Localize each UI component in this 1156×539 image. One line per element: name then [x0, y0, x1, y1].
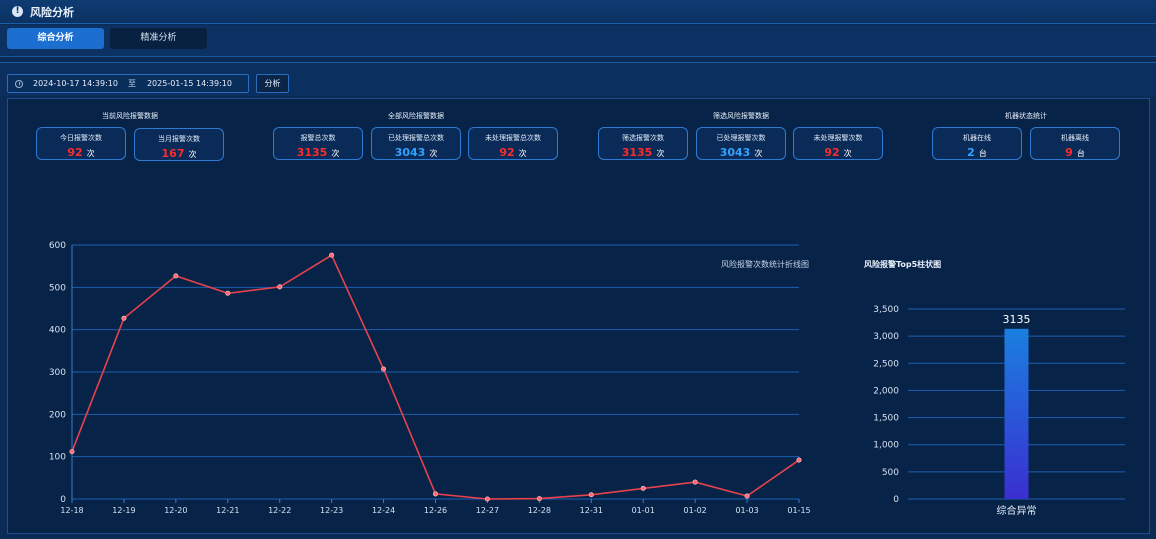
tab-bar: 综合分析 精准分析: [0, 25, 1156, 57]
filter-bar: 2024-10-17 14:39:10 至 2025-01-15 14:39:1…: [0, 62, 1156, 96]
data-point: [173, 273, 179, 279]
bar-y-tick-label: 3,000: [873, 332, 899, 342]
data-point: [640, 485, 646, 491]
x-tick-label: 12-26: [424, 506, 447, 515]
bar-data-label: 3135: [1003, 313, 1031, 326]
data-point: [744, 493, 750, 499]
bar-y-tick-label: 500: [882, 468, 899, 478]
data-point: [225, 290, 231, 296]
bar-y-tick-label: 0: [893, 495, 899, 505]
bar-chart: 0 500 1,000 1,500 2,000 2,500 3,000 3,500 3135 综合…: [873, 305, 1125, 517]
x-tick-label: 12-28: [528, 506, 551, 515]
x-tick-label: 12-24: [372, 506, 395, 515]
data-point: [796, 457, 802, 463]
x-tick-label: 01-03: [735, 506, 758, 515]
tab-comprehensive-analysis[interactable]: 综合分析: [7, 28, 104, 49]
y-tick-label: 400: [49, 326, 66, 336]
analyze-button[interactable]: 分析: [256, 74, 289, 93]
date-range-picker[interactable]: 2024-10-17 14:39:10 至 2025-01-15 14:39:1…: [7, 74, 249, 93]
bar: [1004, 328, 1029, 499]
main-panel: 当前风险报警数据 今日报警次数 92 次 当月报警次数 167 次 全部风险报警数据…: [7, 98, 1150, 534]
end-date: 2025-01-15 14:39:10: [146, 79, 232, 88]
data-point: [329, 252, 335, 258]
bar-y-tick-label: 2,000: [873, 386, 899, 396]
y-tick-label: 0: [60, 495, 66, 505]
x-tick-label: 12-20: [164, 506, 187, 515]
x-tick-label: 01-15: [787, 506, 810, 515]
data-point: [692, 479, 698, 485]
x-tick-label: 12-21: [216, 506, 239, 515]
x-tick-label: 12-18: [60, 506, 83, 515]
x-tick-label: 12-23: [320, 506, 343, 515]
data-point: [381, 366, 387, 372]
bar-y-tick-label: 2,500: [873, 359, 899, 369]
x-tick-label: 01-02: [684, 506, 707, 515]
page-title: 风险分析: [30, 5, 74, 19]
start-date: 2024-10-17 14:39:10: [33, 79, 118, 88]
bar-y-tick-label: 1,500: [873, 414, 899, 424]
data-point: [432, 491, 438, 497]
x-tick-label: 12-19: [112, 506, 135, 515]
title-bar: ! 风险分析: [0, 0, 1156, 24]
clock-icon: [15, 79, 23, 88]
data-point: [277, 284, 283, 290]
y-tick-label: 100: [49, 453, 66, 463]
series-line: [71, 254, 800, 500]
date-separator: 至: [127, 79, 136, 88]
data-point: [69, 449, 75, 455]
tab-precise-analysis[interactable]: 精准分析: [110, 28, 207, 49]
y-tick-label: 600: [49, 241, 66, 251]
x-tick-label: 12-27: [476, 506, 499, 515]
x-tick-label: 12-22: [268, 506, 291, 515]
data-point: [484, 496, 490, 502]
x-tick-label: 01-01: [632, 506, 655, 515]
bar-y-tick-label: 3,500: [873, 305, 899, 315]
data-point: [536, 496, 542, 502]
y-tick-label: 300: [49, 368, 66, 378]
line-chart: 0 100 200 300 400 500 600 12-18 12-19 12-20 12-21 1…: [49, 241, 811, 515]
bar-category-label: 综合异常: [997, 504, 1037, 517]
x-tick-label: 12-31: [580, 506, 603, 515]
data-point: [588, 492, 594, 498]
y-tick-label: 200: [49, 410, 66, 420]
charts-svg: 0 100 200 300 400 500 600 12-18 12-19 12-20 12-21 1…: [49, 241, 1125, 517]
data-point: [121, 315, 127, 321]
bar-y-tick-label: 1,000: [873, 441, 899, 451]
alert-circle-icon: !: [12, 6, 23, 17]
y-tick-label: 500: [49, 283, 66, 293]
